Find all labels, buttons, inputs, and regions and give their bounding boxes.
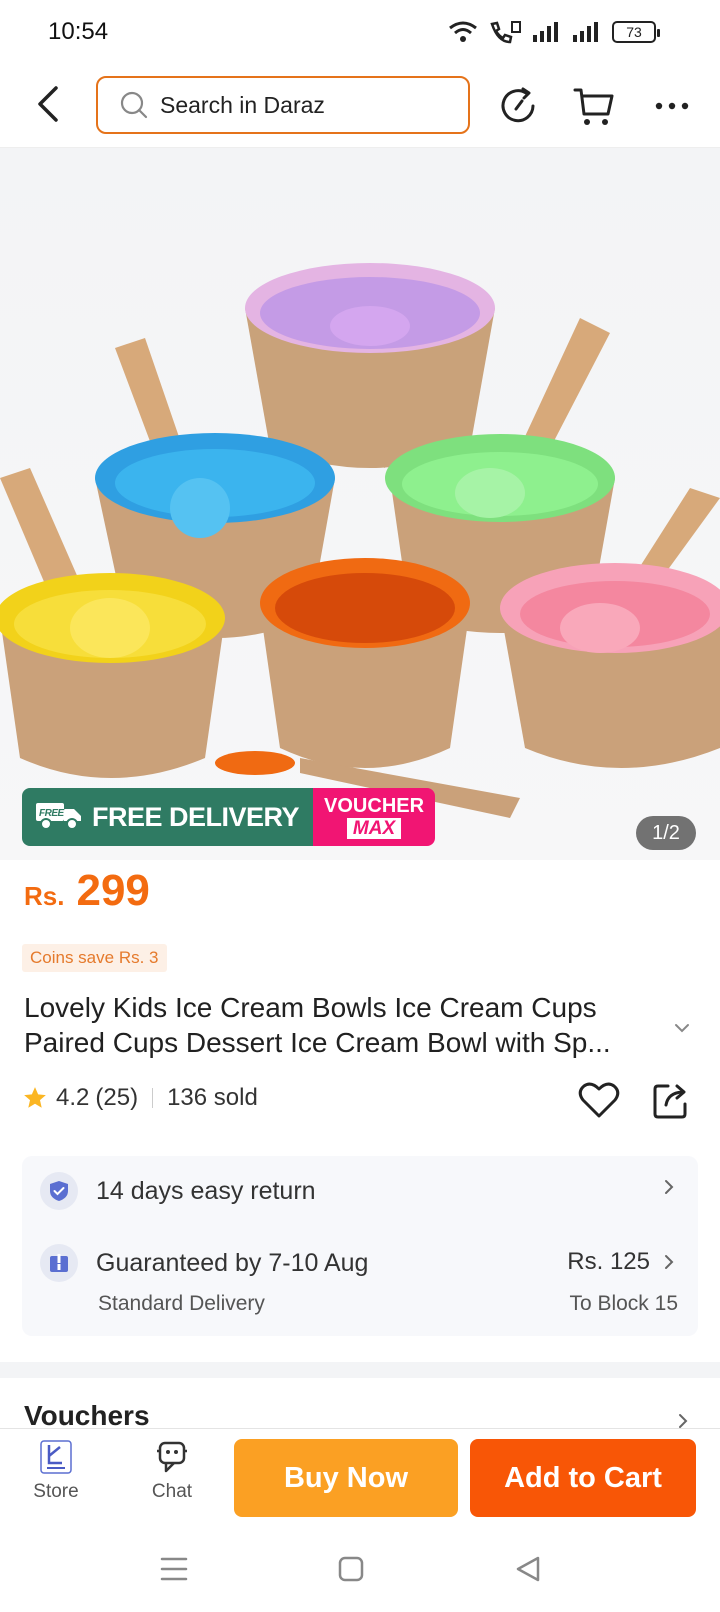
signal-icon-1 [533, 22, 558, 42]
rating-separator [152, 1088, 154, 1108]
chevron-right-icon [665, 1255, 674, 1269]
delivery-box-icon [40, 1244, 78, 1282]
status-icons: 73 [448, 20, 660, 44]
rating-row[interactable]: 4.2 (25) 136 sold [22, 1084, 258, 1112]
home-icon[interactable] [338, 1556, 364, 1582]
product-price: Rs. 299 [24, 866, 150, 916]
signal-icon-2 [573, 22, 598, 42]
status-bar: 10:54 73 [0, 0, 720, 64]
back-triangle-icon[interactable] [514, 1556, 542, 1582]
free-delivery-voucher-badge: FREE FREE DELIVERY VOUCHER MAX [22, 788, 436, 846]
store-button[interactable]: Store [16, 1439, 96, 1503]
rating-count: (25) [95, 1084, 139, 1111]
free-delivery-label: FREE FREE DELIVERY [22, 788, 314, 846]
back-arrow-icon[interactable] [30, 82, 66, 126]
service-info-box: 14 days easy return Guaranteed by 7-10 A… [22, 1156, 698, 1336]
chevron-right-icon [665, 1180, 674, 1194]
return-chevron[interactable] [650, 1178, 678, 1196]
chat-label: Chat [151, 1481, 193, 1502]
chevron-down-icon[interactable] [672, 1018, 692, 1038]
chat-button[interactable]: Chat [132, 1439, 212, 1503]
call-signal-icon [490, 21, 521, 44]
history-icon[interactable] [496, 84, 540, 128]
free-delivery-text: FREE DELIVERY [92, 801, 300, 832]
price-amount: 299 [76, 866, 150, 915]
buy-now-button[interactable]: Buy Now [234, 1439, 458, 1517]
delivery-type: Standard Delivery [98, 1292, 265, 1315]
top-header: Search in Daraz [0, 64, 720, 148]
sold-count: 136 sold [167, 1084, 258, 1111]
ice-cream-bowls-illustration [0, 263, 720, 818]
system-navigation-bar [0, 1528, 720, 1612]
shield-icon [40, 1172, 78, 1210]
chat-icon [157, 1441, 187, 1473]
product-title[interactable]: Lovely Kids Ice Cream Bowls Ice Cream Cu… [24, 990, 664, 1060]
voucher-text: VOUCHER [324, 794, 425, 817]
delivery-guarantee-text: Guaranteed by 7-10 Aug [96, 1248, 369, 1277]
rating-value: 4.2 [56, 1084, 90, 1111]
coins-save-badge: Coins save Rs. 3 [22, 944, 167, 972]
delivery-location: To Block 15 [569, 1292, 678, 1315]
delivery-fee: Rs. 125 [567, 1248, 650, 1275]
battery-indicator: 73 [612, 21, 660, 43]
delivery-row[interactable]: Guaranteed by 7-10 Aug [40, 1244, 368, 1282]
search-placeholder: Search in Daraz [160, 91, 325, 118]
bottom-action-bar: Store Chat Buy Now Add to Cart [0, 1428, 720, 1528]
add-to-cart-button[interactable]: Add to Cart [470, 1439, 696, 1517]
menu-icon[interactable] [160, 1556, 188, 1582]
store-label: Store [33, 1481, 79, 1502]
section-divider [0, 1362, 720, 1378]
more-icon[interactable] [652, 84, 696, 128]
store-icon [40, 1440, 72, 1474]
easy-return-row[interactable]: 14 days easy return [40, 1172, 316, 1210]
image-pager: 1/2 [636, 816, 696, 850]
price-currency: Rs. [24, 881, 65, 911]
status-time: 10:54 [48, 18, 109, 45]
voucher-max-label: VOUCHER MAX [313, 788, 436, 846]
max-text: MAX [346, 817, 402, 839]
cart-icon[interactable] [572, 84, 616, 128]
wishlist-heart-icon[interactable] [578, 1080, 620, 1120]
share-icon[interactable] [652, 1080, 690, 1120]
star-icon [24, 1087, 46, 1108]
delivery-fee-row[interactable]: Rs. 125 [567, 1248, 678, 1276]
wifi-icon [449, 21, 477, 42]
search-bar[interactable]: Search in Daraz [96, 76, 470, 134]
easy-return-text: 14 days easy return [96, 1176, 316, 1205]
search-icon [120, 91, 148, 119]
free-tag: FREE [39, 808, 65, 819]
delivery-truck-icon: FREE [34, 797, 84, 838]
product-image[interactable]: FREE FREE DELIVERY VOUCHER MAX 1/2 [0, 148, 720, 860]
